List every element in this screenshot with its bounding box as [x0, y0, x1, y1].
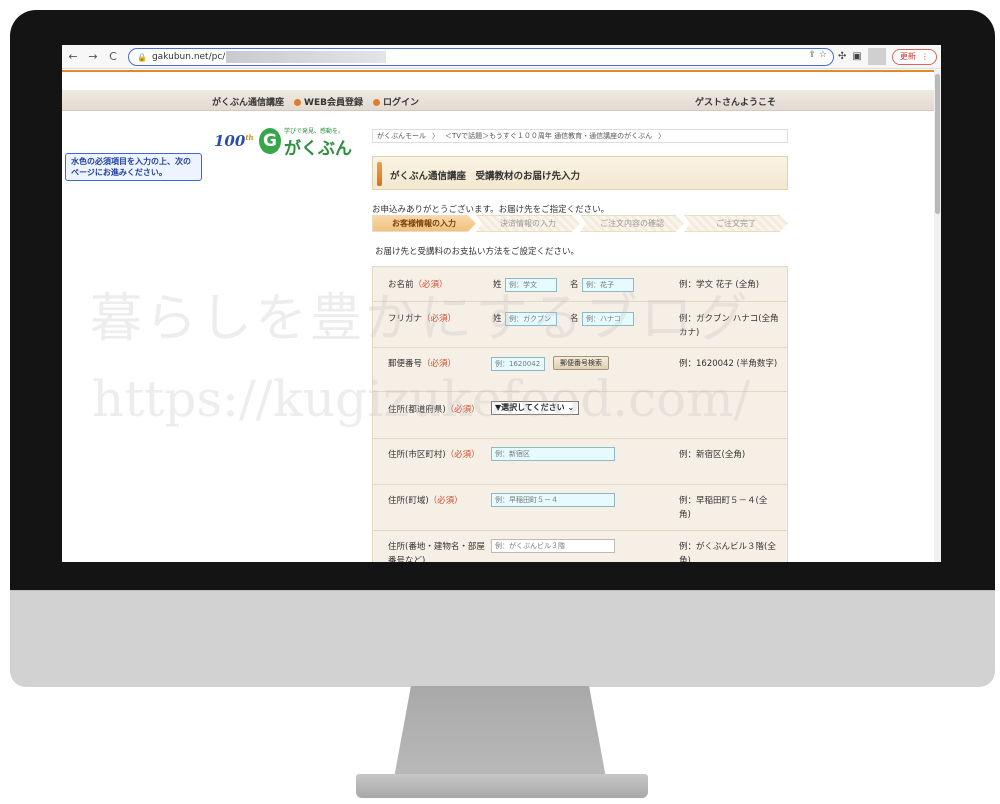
logo-name: がくぶん [284, 139, 352, 159]
kana-mei-input[interactable]: 例：ハナコ [582, 312, 634, 326]
url-redacted [226, 51, 387, 63]
side-panel-icon[interactable]: ▣ [852, 51, 861, 62]
sei-label: 姓 [493, 314, 502, 324]
update-label: 更新 [899, 52, 916, 61]
field-example: 例：1620042 (半角数字) [679, 359, 778, 369]
delivery-form: お名前（必須） 姓 例：学文 名 例：花子 例：学文 花子 (全角) フリガナ（… [372, 266, 788, 562]
site-logo[interactable]: 100th G 学びで発見、感動を。 がくぶん [214, 125, 362, 159]
address-input[interactable]: 例：がくぶんビル３階 [491, 539, 615, 553]
nav-register-link[interactable]: WEB会員登録 [294, 95, 363, 108]
reload-icon[interactable]: C [104, 48, 122, 66]
share-bookmark-icons[interactable]: ⇪ ☆ [809, 50, 827, 60]
update-button[interactable]: 更新 ⋮ [891, 48, 937, 65]
monitor-chin [10, 590, 995, 687]
step-confirm: ご注文内容の確認 [580, 215, 684, 232]
web-page: がくぶん通信講座 WEB会員登録 ログイン ゲストさんようこそ 水色の必須項目を… [62, 70, 934, 562]
breadcrumb-item[interactable]: ＜TVで話題＞もうすぐ１００周年 通信教育・通信講座のがくぶん [445, 131, 652, 141]
site-header: がくぶん通信講座 WEB会員登録 ログイン ゲストさんようこそ [62, 90, 934, 111]
form-row-city: 住所(市区町村)（必須） 例：新宿区 例：新宿区(全角) [373, 439, 787, 485]
step-payment: 決済情報の入力 [476, 215, 580, 232]
zip-search-button[interactable]: 郵便番号検索 [553, 356, 609, 370]
progress-steps: お客様情報の入力 決済情報の入力 ご注文内容の確認 ご注文完了 [372, 215, 788, 232]
monitor-stand-foot [356, 774, 648, 798]
step-complete: ご注文完了 [684, 215, 788, 232]
mei-label: 名 [570, 314, 579, 324]
sei-label: 姓 [493, 280, 502, 290]
monitor-stage: ← → C 🔒 gakubun.net/pc/ ⇪ ☆ ✣ ▣ 更新 ⋮ がくぶん… [0, 0, 1000, 804]
required-notice: 水色の必須項目を入力の上、次のページにお進みください。 [65, 153, 202, 181]
field-label: お名前（必須） [388, 280, 448, 290]
kana-sei-input[interactable]: 例：ガクブン [505, 312, 557, 326]
field-label: 住所(町域)（必須） [388, 496, 463, 506]
field-label: 住所(都道府県)（必須） [388, 405, 480, 415]
address-bar[interactable]: 🔒 gakubun.net/pc/ ⇪ ☆ [128, 48, 834, 66]
title-accent-bar [377, 162, 382, 186]
scrollbar-thumb[interactable] [935, 74, 940, 214]
bullet-icon [372, 99, 380, 106]
nav-home-link[interactable]: がくぶん通信講座 [212, 95, 284, 108]
breadcrumb-separator-icon: 〉 [432, 132, 439, 140]
field-label: 住所(番地・建物名・部屋番号など) [388, 542, 485, 562]
field-example: 例：早稲田町５－４(全角) [679, 496, 768, 520]
page-title: がくぶん通信講座 受講教材のお届け先入力 [390, 171, 581, 182]
field-example: 例：新宿区(全角) [679, 450, 746, 460]
scrollbar[interactable] [934, 70, 941, 562]
form-row-kana: フリガナ（必須） 姓 例：ガクブン 名 例：ハナコ 例：ガクブン ハナコ(全角カ… [373, 302, 787, 348]
breadcrumb-separator-icon: 〉 [658, 132, 666, 140]
nav-login-label: ログイン [382, 98, 419, 108]
profile-avatar[interactable] [867, 48, 886, 65]
name-mei-input[interactable]: 例：花子 [582, 278, 634, 292]
field-label: 郵便番号（必須） [388, 359, 457, 369]
field-label: フリガナ（必須） [388, 314, 457, 324]
monitor-stand-neck [394, 686, 606, 778]
instruction-text: お届け先と受講料のお支払い方法をご設定ください。 [375, 247, 580, 257]
welcome-text: ゲストさんようこそ [694, 98, 776, 108]
back-icon[interactable]: ← [64, 48, 82, 66]
town-input[interactable]: 例：早稲田町５－４ [491, 493, 615, 507]
site-nav: がくぶん通信講座 WEB会員登録 ログイン [212, 95, 419, 108]
forward-icon[interactable]: → [84, 48, 102, 66]
form-row-town: 住所(町域)（必須） 例：早稲田町５－４ 例：早稲田町５－４(全角) [373, 485, 787, 531]
logo-anniv-number: 100 [214, 132, 246, 150]
form-row-zip: 郵便番号（必須） 例：1620042 郵便番号検索 例：1620042 (半角数… [373, 348, 787, 392]
screen: ← → C 🔒 gakubun.net/pc/ ⇪ ☆ ✣ ▣ 更新 ⋮ がくぶん… [62, 45, 941, 562]
field-label: 住所(市区町村)（必須） [388, 450, 480, 460]
thanks-text: お申込みありがとうございます。お届け先をご指定ください。 [372, 205, 610, 215]
name-sei-input[interactable]: 例：学文 [505, 278, 557, 292]
mei-label: 名 [570, 280, 579, 290]
breadcrumb-item[interactable]: がくぶんモール [377, 131, 426, 141]
menu-dots-icon: ⋮ [920, 52, 929, 61]
city-input[interactable]: 例：新宿区 [491, 447, 615, 461]
step-customer-info: お客様情報の入力 [372, 215, 476, 232]
extensions-icon[interactable]: ✣ [838, 51, 846, 62]
nav-register-label: WEB会員登録 [304, 98, 363, 108]
logo-mark-icon: G [259, 128, 281, 154]
lock-icon: 🔒 [137, 52, 147, 62]
url-text: gakubun.net/pc/ [151, 52, 226, 62]
prefecture-select[interactable]: ▼選択してください ⌄ [491, 401, 579, 415]
nav-login-link[interactable]: ログイン [372, 95, 419, 108]
orange-top-line [62, 70, 934, 72]
page-title-box: がくぶん通信講座 受講教材のお届け先入力 [372, 156, 788, 190]
field-example: 例：がくぶんビル３階(全角) [679, 542, 776, 562]
bullet-icon [294, 99, 302, 106]
toolbar-right: ✣ ▣ 更新 ⋮ [838, 48, 937, 65]
form-row-pref: 住所(都道府県)（必須） ▼選択してください ⌄ [373, 392, 787, 439]
field-example: 例：ガクブン ハナコ(全角カナ) [679, 314, 779, 338]
form-row-address: 住所(番地・建物名・部屋番号など) 例：がくぶんビル３階 例：がくぶんビル３階(… [373, 531, 787, 562]
logo-100th: 100th [214, 132, 254, 150]
field-example: 例：学文 花子 (全角) [679, 280, 760, 290]
zip-input[interactable]: 例：1620042 [491, 357, 545, 371]
breadcrumb: がくぶんモール 〉 ＜TVで話題＞もうすぐ１００周年 通信教育・通信講座のがくぶ… [372, 129, 788, 143]
form-row-name: お名前（必須） 姓 例：学文 名 例：花子 例：学文 花子 (全角) [373, 267, 787, 302]
